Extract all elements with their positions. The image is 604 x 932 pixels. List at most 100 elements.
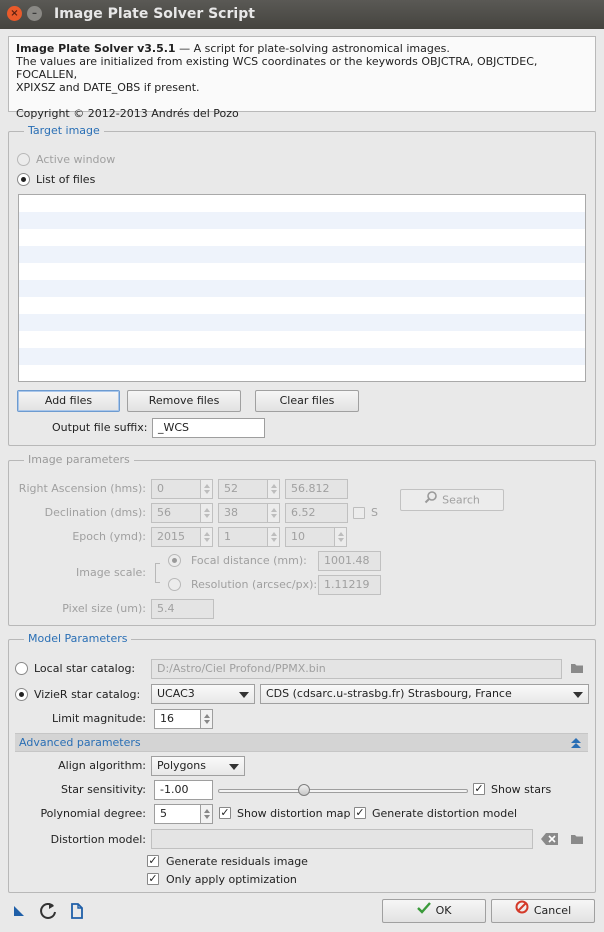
ok-button[interactable]: OK [382, 899, 486, 923]
close-icon[interactable]: × [7, 6, 22, 21]
model-parameters-legend: Model Parameters [24, 632, 132, 645]
only-apply-optimization-checkbox[interactable]: ✓ [147, 873, 159, 885]
new-instance-icon[interactable] [12, 904, 26, 921]
vizier-catalog-select[interactable]: UCAC3 [151, 684, 255, 704]
clear-files-button[interactable]: Clear files [255, 390, 359, 412]
epoch-month-spinner[interactable] [268, 527, 280, 547]
advanced-parameters-bar[interactable]: Advanced parameters [15, 733, 588, 752]
epoch-day-spinner[interactable] [335, 527, 347, 547]
list-of-files-radio[interactable] [17, 173, 30, 186]
search-button[interactable]: Search [400, 489, 504, 511]
focal-distance-radio[interactable] [168, 554, 181, 567]
list-row[interactable] [19, 348, 585, 365]
epoch-label: Epoch (ymd): [72, 530, 146, 543]
ra-seconds-input[interactable]: 56.812 [285, 479, 348, 499]
star-sensitivity-slider-handle[interactable] [298, 784, 310, 796]
list-row[interactable] [19, 331, 585, 348]
polynomial-degree-spinner[interactable] [201, 804, 213, 824]
reset-icon[interactable] [38, 901, 58, 924]
dec-degrees-spinner[interactable] [201, 503, 213, 523]
epoch-year-input[interactable]: 2015 [151, 527, 201, 547]
collapse-icon[interactable] [570, 736, 582, 753]
chevron-down-icon [229, 764, 239, 770]
script-tagline: — A script for plate-solving astronomica… [175, 42, 450, 55]
distortion-model-input[interactable] [151, 829, 533, 849]
show-distortion-map-label: Show distortion map [237, 807, 351, 820]
target-image-legend: Target image [24, 124, 104, 137]
ra-hours-input[interactable]: 0 [151, 479, 201, 499]
vizier-server-select[interactable]: CDS (cdsarc.u-strasbg.fr) Strasbourg, Fr… [260, 684, 589, 704]
add-files-button[interactable]: Add files [17, 390, 120, 412]
list-row[interactable] [19, 314, 585, 331]
align-algorithm-select[interactable]: Polygons [151, 756, 245, 776]
local-catalog-radio[interactable] [15, 662, 28, 675]
documentation-icon[interactable] [70, 903, 84, 922]
image-scale-label: Image scale: [76, 566, 146, 579]
focal-distance-input[interactable]: 1001.48 [318, 551, 381, 571]
dec-label: Declination (dms): [44, 506, 146, 519]
cancel-icon [515, 900, 529, 922]
dec-minutes-input[interactable]: 38 [218, 503, 268, 523]
suffix-label: Output file suffix: [52, 421, 148, 434]
folder-icon[interactable] [570, 832, 584, 849]
remove-files-button[interactable]: Remove files [127, 390, 241, 412]
show-stars-checkbox[interactable]: ✓ [473, 783, 485, 795]
south-label: S [371, 506, 378, 519]
dec-degrees-input[interactable]: 56 [151, 503, 201, 523]
local-catalog-path[interactable]: D:/Astro/Ciel Profond/PPMX.bin [151, 659, 562, 679]
epoch-day-input[interactable]: 10 [285, 527, 335, 547]
clear-icon[interactable] [541, 832, 559, 849]
chevron-down-icon [239, 692, 249, 698]
ok-label: OK [435, 904, 452, 917]
resolution-radio[interactable] [168, 578, 181, 591]
limit-magnitude-input[interactable]: 16 [154, 709, 201, 729]
show-distortion-map-checkbox[interactable]: ✓ [219, 807, 231, 819]
script-name: Image Plate Solver v3.5.1 [16, 42, 176, 55]
ra-hours-spinner[interactable] [201, 479, 213, 499]
check-icon [416, 900, 431, 922]
pixel-size-input[interactable]: 5.4 [151, 599, 214, 619]
generate-residuals-checkbox[interactable]: ✓ [147, 855, 159, 867]
info-box: Image Plate Solver v3.5.1 — A script for… [8, 36, 596, 120]
folder-icon[interactable] [570, 661, 584, 678]
focal-distance-label: Focal distance (mm): [191, 554, 307, 567]
dec-seconds-input[interactable]: 6.52 [285, 503, 348, 523]
show-stars-label: Show stars [491, 783, 552, 796]
suffix-input[interactable]: _WCS [152, 418, 265, 438]
star-sensitivity-label: Star sensitivity: [61, 783, 146, 796]
list-row[interactable] [19, 246, 585, 263]
file-list[interactable] [18, 194, 586, 382]
list-row[interactable] [19, 297, 585, 314]
minimize-icon[interactable]: – [27, 6, 42, 21]
scale-bracket [155, 563, 160, 583]
star-sensitivity-slider[interactable] [218, 789, 468, 793]
list-row[interactable] [19, 195, 585, 212]
epoch-year-spinner[interactable] [201, 527, 213, 547]
vizier-catalog-radio[interactable] [15, 688, 28, 701]
list-of-files-label: List of files [36, 173, 96, 186]
limit-magnitude-spinner[interactable] [201, 709, 213, 729]
list-row[interactable] [19, 263, 585, 280]
align-algorithm-label: Align algorithm: [58, 759, 146, 772]
dec-minutes-spinner[interactable] [268, 503, 280, 523]
star-sensitivity-input[interactable]: -1.00 [154, 780, 213, 800]
polynomial-degree-input[interactable]: 5 [154, 804, 201, 824]
list-row[interactable] [19, 229, 585, 246]
south-checkbox[interactable] [353, 507, 365, 519]
active-window-radio[interactable] [17, 153, 30, 166]
generate-distortion-model-checkbox[interactable]: ✓ [354, 807, 366, 819]
list-row[interactable] [19, 280, 585, 297]
vizier-catalog-label: VizieR star catalog: [34, 688, 141, 701]
active-window-label: Active window [36, 153, 116, 166]
cancel-button[interactable]: Cancel [491, 899, 595, 923]
list-row[interactable] [19, 212, 585, 229]
list-row[interactable] [19, 365, 585, 381]
copyright: Copyright © 2012-2013 Andrés del Pozo [16, 107, 239, 120]
resolution-input[interactable]: 1.11219 [318, 575, 381, 595]
ra-minutes-input[interactable]: 52 [218, 479, 268, 499]
vizier-server-value: CDS (cdsarc.u-strasbg.fr) Strasbourg, Fr… [266, 687, 512, 700]
ra-minutes-spinner[interactable] [268, 479, 280, 499]
epoch-month-input[interactable]: 1 [218, 527, 268, 547]
resolution-label: Resolution (arcsec/px): [191, 578, 318, 591]
chevron-down-icon [573, 692, 583, 698]
